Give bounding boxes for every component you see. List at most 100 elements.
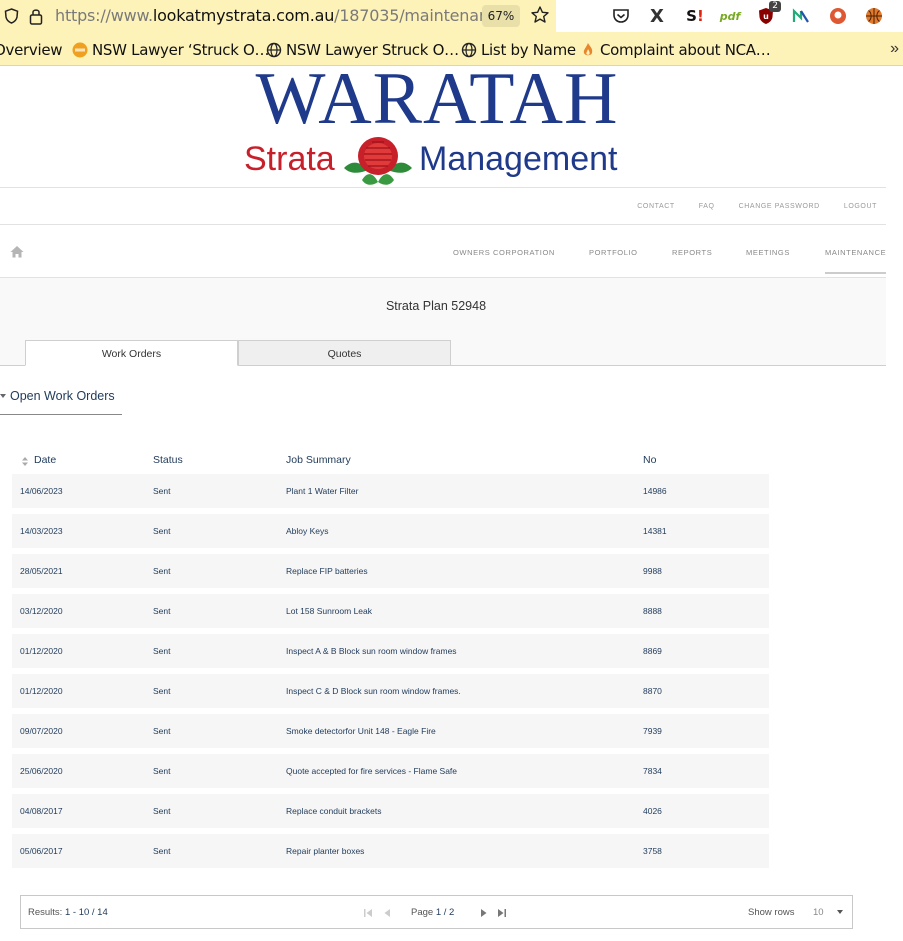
cell-job-summary: Plant 1 Water Filter (286, 486, 359, 496)
cell-date: 28/05/2021 (20, 566, 63, 576)
nav-owners-corporation[interactable]: OWNERS CORPORATION (453, 248, 555, 257)
table-row[interactable]: 14/03/2023 Sent Abloy Keys 14381 (12, 514, 769, 548)
bookmark-complaint[interactable]: Complaint about NCA… (580, 41, 771, 59)
extension-badge: 2 (769, 1, 781, 12)
cell-status: Sent (153, 486, 171, 496)
column-header-date[interactable]: Date (34, 454, 56, 466)
zoom-level-button[interactable]: 67% (482, 5, 520, 27)
bookmark-label: NSW Lawyer Struck O… (286, 41, 459, 59)
cell-status: Sent (153, 846, 171, 856)
globe-icon (461, 42, 477, 58)
nav-divider (0, 224, 886, 225)
cell-status: Sent (153, 806, 171, 816)
tab-quotes[interactable]: Quotes (238, 340, 451, 366)
table-row[interactable]: 04/08/2017 Sent Replace conduit brackets 40… (12, 794, 769, 828)
cell-no: 14381 (643, 526, 667, 536)
sort-icon[interactable] (22, 457, 28, 466)
cell-date: 09/07/2020 (20, 726, 63, 736)
cell-job-summary: Inspect C & D Block sun room window fram… (286, 686, 461, 696)
cell-date: 14/03/2023 (20, 526, 63, 536)
table-row[interactable]: 01/12/2020 Sent Inspect A & B Block sun ro… (12, 634, 769, 668)
rows-per-page-value: 10 (813, 907, 824, 918)
flame-favicon-icon (583, 43, 593, 56)
bookmark-nsw-lawyer-1[interactable]: NSW Lawyer ‘Struck O… (72, 41, 270, 59)
table-row[interactable]: 09/07/2020 Sent Smoke detectorfor Unit 148… (12, 714, 769, 748)
header-divider (0, 187, 886, 188)
globe-icon (266, 42, 282, 58)
bookmark-label: Complaint about NCA… (600, 41, 771, 59)
site-favicon-icon (72, 42, 88, 58)
nav-portfolio[interactable]: PORTFOLIO (589, 248, 638, 257)
logo-word-strata: Strata (244, 140, 335, 178)
open-work-orders-toggle[interactable]: Open Work Orders (0, 389, 122, 415)
main-nav: OWNERS CORPORATION PORTFOLIO REPORTS MEE… (17, 248, 903, 278)
basketball-extension-icon[interactable] (863, 5, 885, 27)
bookmark-nsw-lawyer-2[interactable]: NSW Lawyer Struck O… (266, 41, 459, 59)
tab-work-orders[interactable]: Work Orders (25, 340, 238, 366)
cell-status: Sent (153, 606, 171, 616)
pocket-icon[interactable] (610, 5, 632, 27)
s-extension-icon[interactable]: S! (684, 5, 706, 27)
previous-page-icon[interactable] (382, 907, 392, 919)
cell-date: 03/12/2020 (20, 606, 63, 616)
column-header-status[interactable]: Status (153, 454, 183, 466)
column-header-no[interactable]: No (643, 454, 656, 466)
logout-link[interactable]: LOGOUT (844, 203, 877, 210)
table-row[interactable]: 25/06/2020 Sent Quote accepted for fire se… (12, 754, 769, 788)
last-page-icon[interactable] (497, 907, 507, 919)
url-text[interactable]: https://www.lookatmystrata.com.au/187035… (55, 6, 507, 25)
browser-url-bar: https://www.lookatmystrata.com.au/187035… (0, 0, 903, 32)
subheader-divider (0, 277, 886, 278)
page-label: Page (411, 907, 434, 918)
cell-job-summary: Replace conduit brackets (286, 806, 382, 816)
bookmark-star-icon[interactable] (530, 5, 550, 25)
more-bookmarks-chevron-icon[interactable]: » (890, 40, 899, 58)
cell-job-summary: Repair planter boxes (286, 846, 365, 856)
tracking-shield-icon[interactable] (4, 8, 19, 24)
nav-meetings[interactable]: MEETINGS (746, 248, 790, 257)
next-page-icon[interactable] (479, 907, 489, 919)
table-row[interactable]: 14/06/2023 Sent Plant 1 Water Filter 14986 (12, 474, 769, 508)
results-label: Results: (28, 907, 63, 918)
cell-job-summary: Inspect A & B Block sun room window fram… (286, 646, 457, 656)
n-extension-icon[interactable] (790, 5, 812, 27)
scrollbar-track[interactable] (886, 66, 903, 941)
faq-link[interactable]: FAQ (699, 203, 715, 210)
cell-job-summary: Quote accepted for fire services - Flame… (286, 766, 458, 776)
bookmark-overview[interactable]: Overview (0, 41, 63, 59)
cell-no: 8870 (643, 686, 662, 696)
cell-date: 25/06/2020 (20, 766, 63, 776)
table-row[interactable]: 28/05/2021 Sent Replace FIP batteries 9988 (12, 554, 769, 588)
table-row[interactable]: 01/12/2020 Sent Inspect C & D Block sun ro… (12, 674, 769, 708)
logo-word-management: Management (419, 140, 618, 178)
duckduckgo-icon[interactable] (827, 5, 849, 27)
ublock-icon[interactable]: u 2 (755, 1, 781, 27)
table-row[interactable]: 05/06/2017 Sent Repair planter boxes 3758 (12, 834, 769, 868)
change-password-link[interactable]: CHANGE PASSWORD (739, 203, 820, 210)
svg-text:u: u (763, 12, 769, 21)
nav-maintenance[interactable]: MAINTENANCE (825, 248, 886, 257)
results-value: 1 - 10 / 14 (64, 907, 108, 918)
cell-date: 01/12/2020 (20, 646, 63, 656)
first-page-icon[interactable] (363, 907, 373, 919)
bookmark-label: List by Name (481, 41, 576, 59)
lock-icon[interactable] (29, 7, 43, 25)
contact-link[interactable]: CONTACT (637, 203, 675, 210)
url-host: lookatmystrata.com.au (152, 6, 335, 25)
results-count: Results: 1 - 10 / 14 (28, 907, 108, 918)
logo-title: WARATAH (255, 58, 619, 140)
tab-content: Open Work Orders Date Status Job Summary… (0, 366, 886, 941)
nav-reports[interactable]: REPORTS (672, 248, 712, 257)
bookmark-list-by-name[interactable]: List by Name (461, 41, 576, 59)
select-arrow-icon (837, 910, 843, 914)
company-logo[interactable]: WARATAH Strata Management (244, 62, 630, 186)
cell-status: Sent (153, 566, 171, 576)
cell-status: Sent (153, 526, 171, 536)
x-extension-icon[interactable]: X (646, 5, 668, 27)
page-value: 1 / 2 (435, 907, 455, 918)
column-header-job-summary[interactable]: Job Summary (286, 454, 351, 466)
cell-date: 01/12/2020 (20, 686, 63, 696)
table-row[interactable]: 03/12/2020 Sent Lot 158 Sunroom Leak 8888 (12, 594, 769, 628)
bookmark-label: NSW Lawyer ‘Struck O… (92, 41, 270, 59)
pdf-extension-icon[interactable]: pdf (719, 5, 741, 27)
